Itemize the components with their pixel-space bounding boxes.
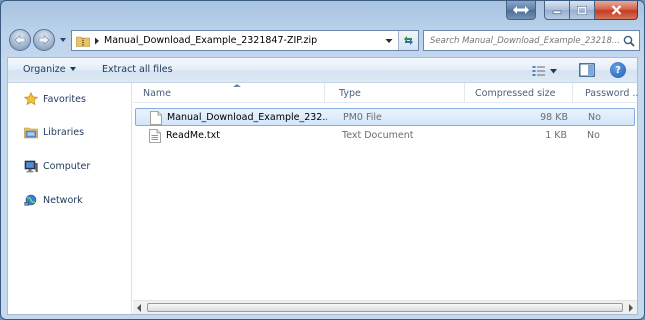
caption-buttons	[506, 1, 638, 20]
file-type: PM0 File	[343, 111, 382, 123]
zip-folder-icon	[76, 36, 90, 47]
file-compressed-size: 1 KB	[545, 129, 567, 141]
refresh-icon	[404, 36, 413, 45]
extract-all-files-button[interactable]: Extract all files	[102, 64, 173, 75]
text-file-icon	[149, 129, 161, 143]
navigation-buttons	[9, 28, 67, 52]
forward-button[interactable]	[33, 29, 55, 51]
search-input[interactable]	[430, 35, 625, 46]
forward-arrow-icon	[38, 35, 50, 45]
chevron-down-icon	[385, 38, 393, 43]
file-list: Name Type Compressed size Password ... M…	[133, 83, 639, 314]
organize-label: Organize	[23, 64, 66, 75]
sort-ascending-icon	[233, 84, 241, 87]
star-icon	[24, 92, 38, 106]
search-icon[interactable]	[623, 35, 635, 47]
help-button[interactable]: ?	[610, 62, 626, 78]
scroll-left-icon[interactable]	[137, 304, 141, 312]
file-password: No	[587, 129, 600, 141]
file-type: Text Document	[342, 129, 414, 141]
change-view-button[interactable]	[532, 64, 562, 78]
navigation-row: Manual_Download_Example_2321847-ZIP.zip	[7, 28, 640, 52]
nav-item-network[interactable]: Network	[24, 194, 83, 207]
help-icon: ?	[615, 64, 621, 76]
table-row[interactable]: Manual_Download_Example_232... PM0 File …	[135, 108, 635, 126]
minimize-button[interactable]	[544, 1, 570, 20]
scrollbar-thumb[interactable]	[147, 303, 623, 312]
breadcrumb-separator-icon[interactable]	[94, 37, 102, 45]
file-icon	[150, 111, 162, 125]
file-name: Manual_Download_Example_232...	[167, 111, 327, 123]
horizontal-scrollbar[interactable]	[133, 300, 637, 314]
network-icon	[24, 194, 37, 206]
nav-item-label: Favorites	[43, 93, 86, 105]
column-header-compressed-size[interactable]: Compressed size	[465, 83, 573, 103]
navigation-pane: Favorites Libraries Computer Network	[8, 83, 132, 314]
back-arrow-icon	[14, 35, 26, 45]
command-bar: Organize Extract all files ?	[7, 57, 638, 83]
computer-icon	[24, 160, 38, 173]
resize-button[interactable]	[506, 1, 536, 20]
back-button[interactable]	[9, 29, 31, 51]
column-header-label: Name	[143, 87, 172, 99]
nav-item-label: Computer	[43, 161, 91, 172]
column-header-password[interactable]: Password ...	[575, 83, 639, 103]
resize-arrows-icon	[513, 6, 529, 14]
recent-pages-chevron-icon[interactable]	[59, 36, 67, 44]
maximize-button[interactable]	[570, 1, 595, 20]
content-area: Favorites Libraries Computer Network Nam…	[7, 83, 639, 315]
nav-item-computer[interactable]: Computer	[24, 160, 90, 173]
column-header-row: Name Type Compressed size Password ...	[133, 83, 639, 103]
file-password: No	[588, 111, 601, 123]
maximize-icon	[577, 5, 587, 15]
address-dropdown-button[interactable]	[382, 31, 396, 50]
scroll-right-icon[interactable]	[629, 304, 633, 312]
refresh-button[interactable]	[398, 31, 418, 50]
breadcrumb-segment[interactable]: Manual_Download_Example_2321847-ZIP.zip	[104, 35, 317, 46]
column-header-name[interactable]: Name	[133, 83, 325, 103]
file-compressed-size: 98 KB	[540, 111, 568, 123]
file-name: ReadMe.txt	[166, 129, 221, 141]
chevron-down-icon	[550, 68, 557, 73]
search-box[interactable]	[423, 30, 640, 51]
nav-item-favorites[interactable]: Favorites	[24, 92, 86, 106]
close-button[interactable]	[595, 1, 638, 20]
organize-menu-button[interactable]: Organize	[23, 64, 76, 75]
nav-item-label: Network	[43, 195, 83, 206]
column-header-type[interactable]: Type	[329, 83, 465, 103]
explorer-window: Manual_Download_Example_2321847-ZIP.zip …	[0, 0, 645, 320]
close-icon	[611, 5, 621, 15]
nav-item-libraries[interactable]: Libraries	[24, 126, 84, 139]
table-row[interactable]: ReadMe.txt Text Document 1 KB No	[135, 127, 635, 145]
preview-pane-icon[interactable]	[579, 63, 595, 77]
chevron-down-icon	[69, 67, 76, 71]
view-list-icon	[532, 66, 545, 76]
libraries-icon	[24, 127, 38, 139]
minimize-icon	[552, 10, 562, 14]
column-header-label: Type	[339, 87, 361, 99]
column-header-label: Compressed size	[475, 87, 556, 99]
column-header-label: Password ...	[585, 87, 639, 99]
address-bar[interactable]: Manual_Download_Example_2321847-ZIP.zip	[71, 30, 419, 51]
nav-item-label: Libraries	[43, 127, 85, 138]
